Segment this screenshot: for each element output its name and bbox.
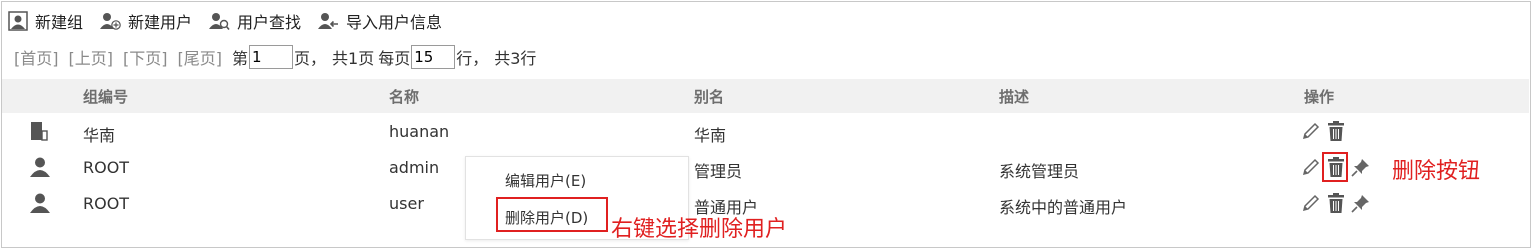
new-group-label: 新建组	[35, 13, 84, 32]
prev-page-link[interactable]: [上页]	[69, 45, 114, 69]
delete-trash-icon[interactable]	[1326, 192, 1346, 214]
cell-group-id: ROOT	[83, 158, 130, 177]
find-user-label: 用户查找	[237, 13, 302, 32]
user-icon	[29, 192, 51, 218]
per-page-suffix: 行，	[456, 49, 489, 68]
menu-item-edit-user[interactable]: 编辑用户(E)	[505, 170, 586, 191]
table-header: 组编号 名称 别名 描述 操作	[2, 79, 1529, 113]
total-rows: 共3行	[494, 49, 537, 68]
cell-group-id: 华南	[83, 126, 116, 145]
cell-alias: 华南	[694, 126, 727, 145]
row-actions	[1300, 120, 1350, 142]
row-actions	[1300, 192, 1376, 214]
import-users-button[interactable]: 导入用户信息	[317, 9, 442, 33]
first-page-link[interactable]: [首页]	[14, 45, 59, 69]
pagination-bar: [首页] [上页] [下页] [尾页] 第 页， 共1页 每页 行， 共3行	[14, 42, 536, 72]
toolbar: 新建组 新建用户 用户查找 导入用户信息	[8, 8, 458, 34]
column-header-description[interactable]: 描述	[999, 86, 1029, 107]
next-page-link[interactable]: [下页]	[123, 45, 168, 69]
edit-pencil-icon[interactable]	[1300, 120, 1322, 142]
column-header-group-id[interactable]: 组编号	[83, 86, 128, 107]
column-header-name[interactable]: 名称	[389, 86, 419, 107]
cell-name: admin	[389, 158, 440, 177]
last-page-link[interactable]: [尾页]	[178, 45, 223, 69]
group-icon	[8, 11, 28, 31]
column-header-actions: 操作	[1304, 88, 1335, 106]
table-row[interactable]: ROOT admin 管理员 系统管理员	[2, 150, 1529, 186]
delete-button-annotation: 删除按钮	[1392, 159, 1481, 184]
new-group-button[interactable]: 新建组	[8, 9, 83, 33]
import-user-icon	[318, 13, 339, 29]
column-header-alias[interactable]: 别名	[694, 86, 724, 107]
rows-per-page-input[interactable]	[411, 45, 456, 69]
per-page-prefix: 每页	[378, 49, 411, 68]
table-row[interactable]: 华南 huanan 华南	[2, 114, 1529, 150]
cell-group-id: ROOT	[83, 194, 130, 213]
cell-description: 系统中的普通用户	[999, 198, 1128, 217]
import-users-label: 导入用户信息	[346, 13, 443, 32]
find-user-button[interactable]: 用户查找	[208, 9, 301, 33]
page-prefix: 第	[232, 49, 249, 68]
right-click-annotation: 右键选择删除用户	[611, 217, 788, 242]
cell-name: huanan	[389, 122, 450, 141]
edit-pencil-icon[interactable]	[1300, 192, 1322, 214]
new-user-label: 新建用户	[128, 13, 193, 32]
search-user-icon	[209, 13, 230, 31]
total-pages: 共1页	[332, 49, 375, 68]
pin-icon[interactable]	[1350, 192, 1372, 214]
delete-user-menu-highlight	[496, 197, 608, 232]
cell-description: 系统管理员	[999, 162, 1080, 181]
edit-pencil-icon[interactable]	[1300, 156, 1322, 178]
delete-button-highlight	[1322, 152, 1348, 182]
group-node-icon	[29, 120, 49, 146]
page-suffix: 页，	[294, 49, 327, 68]
cell-alias: 管理员	[694, 162, 743, 181]
add-user-icon	[100, 13, 121, 30]
new-user-button[interactable]: 新建用户	[99, 9, 192, 33]
pin-icon[interactable]	[1350, 156, 1372, 178]
cell-name: user	[389, 194, 424, 213]
user-icon	[29, 156, 51, 182]
delete-trash-icon[interactable]	[1326, 120, 1346, 142]
page-number-input[interactable]	[249, 45, 294, 69]
